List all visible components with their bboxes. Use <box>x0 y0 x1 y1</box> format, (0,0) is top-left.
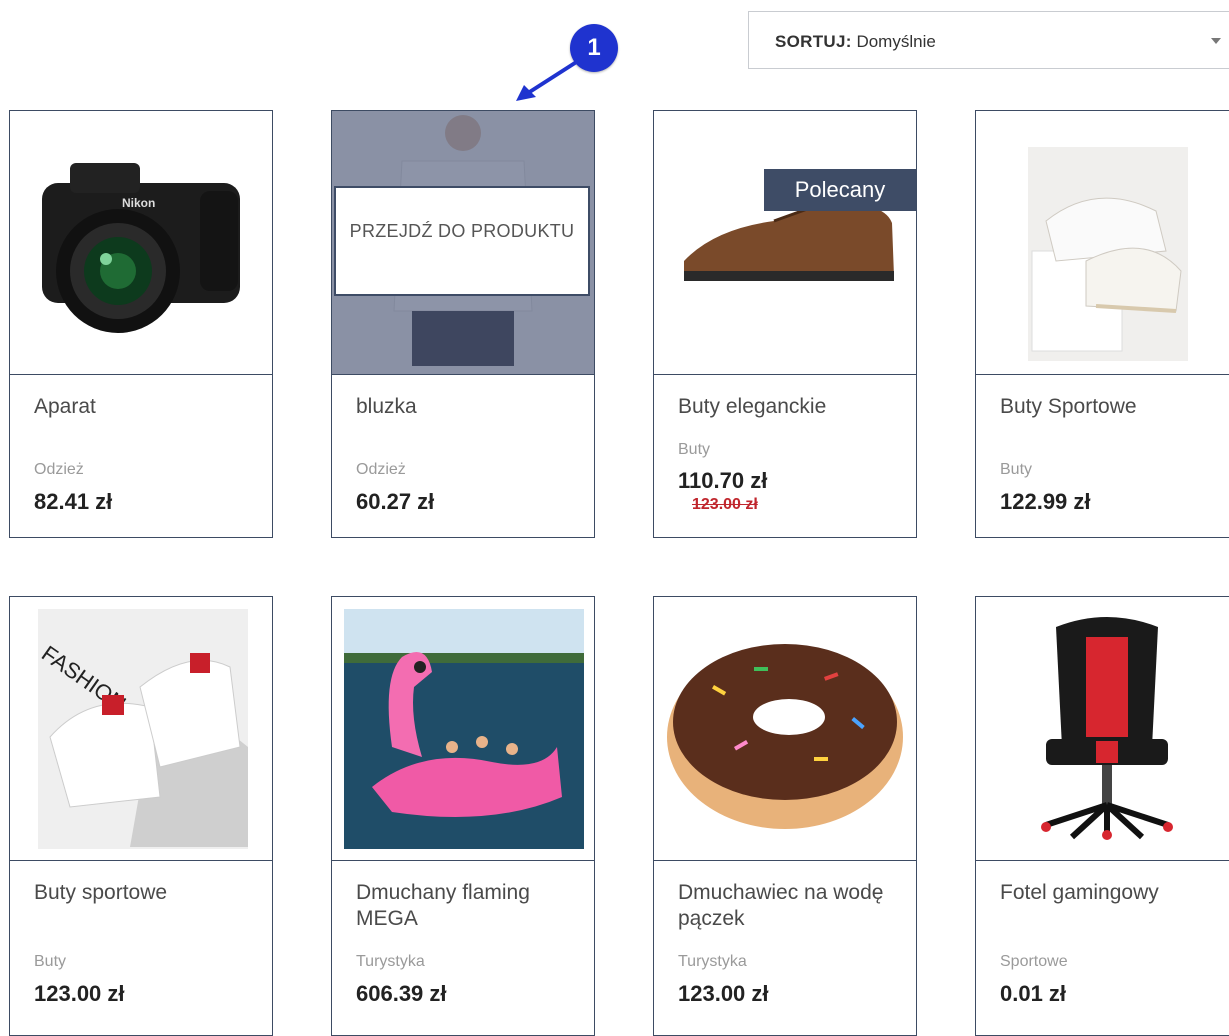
product-card-aparat[interactable]: Nikon Aparat Odzież 82.41 zł <box>9 110 273 538</box>
product-image[interactable] <box>654 597 916 861</box>
product-image[interactable] <box>976 597 1229 861</box>
product-category: Odzież <box>34 461 84 478</box>
product-category: Turystyka <box>678 953 747 970</box>
sneaker-icon: FASHION <box>37 609 248 849</box>
product-name[interactable]: Dmuchawiec na wodę pączek <box>678 880 898 932</box>
product-image[interactable]: FASHION <box>10 597 272 861</box>
product-name[interactable]: Dmuchany flaming MEGA <box>356 880 576 932</box>
product-category: Buty <box>34 953 67 970</box>
product-image[interactable]: Nikon <box>10 111 272 375</box>
product-price: 82.41 zł <box>34 489 113 514</box>
product-name[interactable]: bluzka <box>356 394 576 420</box>
product-price: 122.99 zł <box>1000 489 1091 514</box>
annotation-arrow-icon <box>516 59 580 101</box>
gaming-chair-icon <box>1041 617 1173 840</box>
shoe-icon <box>684 201 894 281</box>
product-price: 123.00 zł <box>34 981 125 1006</box>
product-image[interactable]: PRZEJDŹ DO PRODUKTU <box>332 111 594 375</box>
camera-icon: Nikon <box>42 163 240 333</box>
product-price: 123.00 zł <box>678 981 769 1006</box>
product-card-buty-eleganckie[interactable]: Polecany Buty eleganckie Buty 110.70 zł … <box>653 110 917 538</box>
product-category: Sportowe <box>1000 953 1068 970</box>
product-card-buty-sportowe[interactable]: Buty Sportowe Buty 122.99 zł <box>975 110 1229 538</box>
recommended-badge: Polecany <box>764 169 916 211</box>
product-old-price: 123.00 zł <box>692 496 758 513</box>
sneaker-icon <box>1028 147 1188 361</box>
product-card-fotel-gamingowy[interactable]: Fotel gamingowy Sportowe 0.01 zł <box>975 596 1229 1036</box>
product-category: Odzież <box>356 461 406 478</box>
product-card-bluzka[interactable]: PRZEJDŹ DO PRODUKTU bluzka Odzież 60.27 … <box>331 110 595 538</box>
product-price: 110.70 zł <box>678 468 768 493</box>
svg-text:Nikon: Nikon <box>122 196 155 210</box>
chevron-down-icon <box>1211 38 1221 44</box>
product-name[interactable]: Buty sportowe <box>34 880 254 906</box>
product-name[interactable]: Buty Sportowe <box>1000 394 1220 420</box>
product-name[interactable]: Aparat <box>34 394 254 420</box>
product-image[interactable] <box>976 111 1229 375</box>
product-price: 0.01 zł <box>1000 981 1067 1006</box>
go-to-product-button[interactable]: PRZEJDŹ DO PRODUKTU <box>334 186 590 296</box>
product-name[interactable]: Fotel gamingowy <box>1000 880 1220 906</box>
product-card-dmuchany-flaming[interactable]: Dmuchany flaming MEGA Turystyka 606.39 z… <box>331 596 595 1036</box>
product-card-buty-sportowe-2[interactable]: FASHION Buty sportowe Buty 123.00 zł <box>9 596 273 1036</box>
product-category: Buty <box>678 441 711 458</box>
product-card-dmuchawiec-paczek[interactable]: Dmuchawiec na wodę pączek Turystyka 123.… <box>653 596 917 1036</box>
product-image[interactable]: Polecany <box>654 111 916 375</box>
sort-dropdown[interactable]: SORTUJ: Domyślnie <box>748 11 1229 69</box>
product-category: Turystyka <box>356 953 425 970</box>
product-price: 60.27 zł <box>356 489 435 514</box>
product-name[interactable]: Buty eleganckie <box>678 394 898 420</box>
product-price: 606.39 zł <box>356 981 447 1006</box>
donut-float-icon <box>667 644 903 829</box>
product-category: Buty <box>1000 461 1033 478</box>
flamingo-float-icon <box>344 609 584 849</box>
product-image[interactable] <box>332 597 594 861</box>
sort-text: SORTUJ: Domyślnie <box>775 32 936 51</box>
